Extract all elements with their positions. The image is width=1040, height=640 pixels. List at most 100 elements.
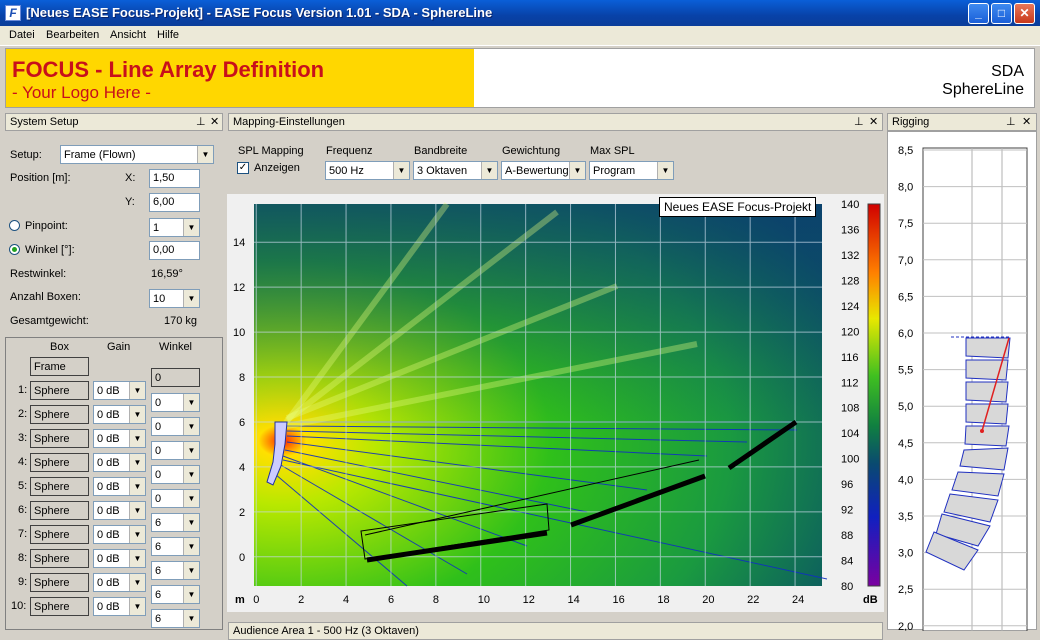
gain-select[interactable]: 0 dB ▼ [93, 429, 146, 448]
rigging-box [959, 447, 1009, 471]
close-panel-icon[interactable]: ✕ [869, 115, 878, 128]
rigging-tick-label: 2,5 [898, 584, 913, 596]
angle-select[interactable]: 0 ▼ [151, 465, 200, 484]
angle-select[interactable]: 6 ▼ [151, 585, 200, 604]
angle-select[interactable]: 6 ▼ [151, 561, 200, 580]
box-type-cell[interactable]: Sphere [30, 573, 89, 592]
x-position-field[interactable]: 1,50 [149, 169, 200, 188]
angle-value: 0 [155, 397, 162, 409]
angle-select[interactable]: 6 ▼ [151, 513, 200, 532]
pinpoint-radio[interactable] [9, 220, 20, 231]
y-tick-label: 4 [239, 462, 245, 474]
box-table: Box Gain Winkel Frame 0 1: Sphere 0 dB ▼ 0 ▼ 2… [5, 337, 223, 630]
scale-tick-label: 84 [841, 556, 853, 568]
rigging-box [965, 381, 1009, 403]
frequenz-select[interactable]: 500 Hz ▼ [325, 161, 410, 180]
pin-icon[interactable]: ⊥ [854, 115, 864, 128]
anzahl-select[interactable]: 10 ▼ [149, 289, 200, 308]
menu-datei[interactable]: Datei [9, 29, 35, 41]
gain-select[interactable]: 0 dB ▼ [93, 381, 146, 400]
box-type-cell[interactable]: Sphere [30, 501, 89, 520]
box-type-cell[interactable]: Sphere [30, 597, 89, 616]
chevron-down-icon: ▼ [183, 290, 199, 307]
close-button[interactable]: ✕ [1014, 3, 1035, 24]
box-type-cell[interactable]: Sphere [30, 549, 89, 568]
pin-icon[interactable]: ⊥ [1006, 115, 1016, 128]
angle-select[interactable]: 0 ▼ [151, 441, 200, 460]
pin-icon[interactable]: ⊥ [196, 115, 206, 128]
position-label: Position [m]: [10, 172, 71, 184]
angle-select[interactable]: 0 ▼ [151, 417, 200, 436]
banner: FOCUS - Line Array Definition - Your Log… [5, 48, 1035, 108]
rigging-tick-label: 4,0 [898, 474, 913, 486]
y-position-field[interactable]: 6,00 [149, 193, 200, 212]
box-type-cell[interactable]: Sphere [30, 405, 89, 424]
restwinkel-label: Restwinkel: [10, 268, 67, 280]
angle-select[interactable]: 6 ▼ [151, 537, 200, 556]
angle-select[interactable]: 0 ▼ [151, 489, 200, 508]
box-type-cell[interactable]: Sphere [30, 525, 89, 544]
winkel-field[interactable]: 0,00 [149, 241, 200, 260]
winkel-radio[interactable] [9, 244, 20, 255]
close-panel-icon[interactable]: ✕ [1022, 115, 1031, 128]
chevron-down-icon: ▼ [129, 430, 145, 447]
gain-select[interactable]: 0 dB ▼ [93, 549, 146, 568]
angle-select[interactable]: 6 ▼ [151, 609, 200, 628]
row-number: 9: [18, 576, 28, 588]
bandbreite-value: 3 Oktaven [417, 165, 468, 177]
box-type-cell[interactable]: Sphere [30, 381, 89, 400]
rigging-tick-label: 8,5 [898, 145, 913, 157]
chevron-down-icon: ▼ [197, 146, 213, 163]
rigging-tick-label: 4,5 [898, 438, 913, 450]
x-tick-label: 12 [523, 594, 535, 606]
y-tick-label: 0 [239, 552, 245, 564]
app-icon: F [5, 5, 21, 21]
box-type-cell[interactable]: Sphere [30, 477, 89, 496]
rigging-header: Rigging ⊥ ✕ [887, 113, 1037, 131]
maximize-button[interactable]: □ [991, 3, 1012, 24]
menu-hilfe[interactable]: Hilfe [157, 29, 179, 41]
close-panel-icon[interactable]: ✕ [210, 115, 219, 128]
rigging-view[interactable]: 8,5 8,0 7,5 7,0 6,5 6,0 5,5 5,0 4,5 4,0 3,5 3,0 2,5 2… [888, 132, 1038, 633]
menu-ansicht[interactable]: Ansicht [110, 29, 146, 41]
gain-select[interactable]: 0 dB ▼ [93, 525, 146, 544]
spl-mapping-label: SPL Mapping [238, 145, 304, 157]
maxspl-value: Program [593, 165, 636, 177]
scale-tick-label: 116 [841, 352, 859, 364]
frame-cell[interactable]: Frame [30, 357, 89, 376]
gain-select[interactable]: 0 dB ▼ [93, 405, 146, 424]
angle-select[interactable]: 0 ▼ [151, 393, 200, 412]
brand: SDA SphereLine [942, 63, 1024, 99]
x-tick-label: 10 [478, 594, 490, 606]
gain-select[interactable]: 0 dB ▼ [93, 477, 146, 496]
gain-select[interactable]: 0 dB ▼ [93, 501, 146, 520]
setup-label: Setup: [10, 149, 42, 161]
chevron-down-icon: ▼ [183, 562, 199, 579]
mapping-header: Mapping-Einstellungen ⊥ ✕ [228, 113, 883, 131]
bandbreite-label: Bandbreite [414, 145, 468, 157]
angle-value: 0 [155, 421, 162, 433]
box-type-cell[interactable]: Sphere [30, 453, 89, 472]
gain-select[interactable]: 0 dB ▼ [93, 453, 146, 472]
gain-select[interactable]: 0 dB ▼ [93, 573, 146, 592]
spl-map[interactable]: 0 2 4 6 8 10 12 14 16 18 20 22 24 02468101214 m 1401… [227, 194, 884, 612]
gain-select[interactable]: 0 dB ▼ [93, 597, 146, 616]
maxspl-select[interactable]: Program ▼ [589, 161, 674, 180]
gewichtung-select[interactable]: A-Bewertung ▼ [501, 161, 586, 180]
menu-bearbeiten[interactable]: Bearbeiten [46, 29, 99, 41]
setup-select[interactable]: Frame (Flown) ▼ [60, 145, 214, 164]
angle-value: 6 [155, 565, 162, 577]
row-number: 5: [18, 480, 28, 492]
bandbreite-select[interactable]: 3 Oktaven ▼ [413, 161, 498, 180]
box-type-cell[interactable]: Sphere [30, 429, 89, 448]
scale-tick-label: 96 [841, 479, 853, 491]
pinpoint-select[interactable]: 1 ▼ [149, 218, 200, 237]
anzeigen-checkbox[interactable]: ✓ [237, 162, 249, 174]
rigging-title: Rigging [892, 116, 930, 128]
db-unit-label: dB [863, 594, 878, 606]
scale-tick-label: 120 [841, 326, 859, 338]
row-number: 1: [18, 384, 28, 396]
chevron-down-icon: ▼ [129, 574, 145, 591]
y-tick-label: 2 [239, 507, 245, 519]
minimize-button[interactable]: _ [968, 3, 989, 24]
